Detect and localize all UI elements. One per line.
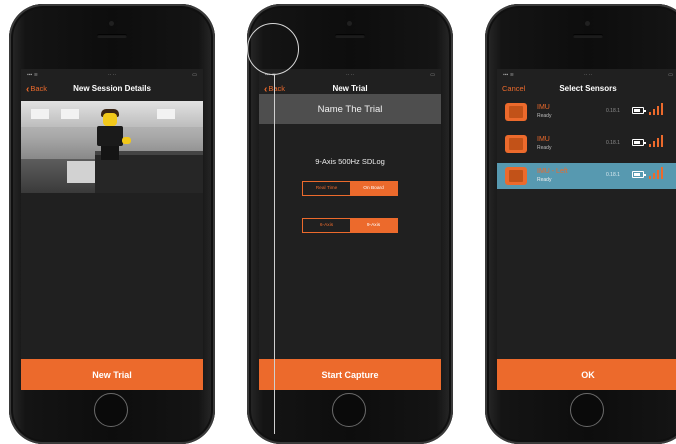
sensor-status: Ready [537, 113, 552, 119]
new-trial-button[interactable]: New Trial [21, 359, 203, 390]
nav-title: New Session Details [73, 84, 151, 93]
start-capture-button[interactable]: Start Capture [259, 359, 441, 390]
sensor-version: 0.18.1 [606, 108, 620, 114]
battery-status-icon: ▭ [430, 72, 435, 78]
sensor-icon [505, 103, 527, 121]
home-button[interactable] [570, 393, 604, 427]
axis-mode-segmented-control: 6-Axis 9-Axis [302, 218, 398, 233]
highlight-circle [247, 23, 299, 75]
screen-session-details: ▪▪▪ ≋ ·· ·· ▭ ‹Back New Session Details … [21, 69, 203, 390]
nav-title: Select Sensors [559, 84, 617, 93]
minifigure-hand [122, 137, 131, 144]
segment-real-time[interactable]: Real Time [303, 182, 350, 195]
sensor-icon [505, 167, 527, 185]
sensor-status: Ready [537, 145, 552, 151]
nav-bar: Cancel Select Sensors [497, 79, 676, 101]
battery-icon [632, 171, 646, 178]
segment-9-axis[interactable]: 9-Axis [350, 219, 397, 232]
front-camera [109, 21, 114, 26]
phone-frame-3: ▪▪▪ ≋ ·· ·· ▭ Cancel Select Sensors IMU … [485, 4, 676, 444]
front-camera [347, 21, 352, 26]
segment-on-board[interactable]: On Board [350, 182, 397, 195]
sensor-row[interactable]: IMU Ready 0.18.1 [497, 99, 676, 125]
trial-name-field[interactable]: Name The Trial [259, 94, 441, 124]
battery-icon [632, 139, 646, 146]
phone-frame-1: ▪▪▪ ≋ ·· ·· ▭ ‹Back New Session Details … [9, 4, 215, 444]
status-time: ·· ·· [345, 72, 355, 78]
signal-strength-icon [649, 135, 663, 147]
sensor-name: IMU - Left [537, 168, 568, 175]
screen-select-sensors: ▪▪▪ ≋ ·· ·· ▭ Cancel Select Sensors IMU … [497, 69, 676, 390]
ok-button[interactable]: OK [497, 359, 676, 390]
nav-bar: ‹Back New Session Details [21, 79, 203, 101]
front-camera [585, 21, 590, 26]
minifigure-body [97, 126, 123, 146]
screen-new-trial: ▪▪▪ ≋ ·· ·· ▭ ‹Back New Trial Name The T… [259, 69, 441, 390]
signal-strength-icon [649, 103, 663, 115]
capture-mode-segmented-control: Real Time On Board [302, 181, 398, 196]
sensor-icon [505, 135, 527, 153]
home-button[interactable] [94, 393, 128, 427]
earpiece-speaker [97, 34, 127, 38]
signal-strength-icon [649, 167, 663, 179]
status-time: ·· ·· [107, 72, 117, 78]
sensor-name: IMU [537, 136, 550, 143]
photo-window [31, 109, 49, 119]
highlight-guide-line [274, 74, 275, 434]
earpiece-speaker [573, 34, 603, 38]
sensor-status: Ready [537, 177, 552, 183]
session-photo [21, 101, 203, 193]
battery-status-icon: ▭ [668, 72, 673, 78]
minifigure-head [103, 113, 117, 126]
sensor-name: IMU [537, 104, 550, 111]
segment-6-axis[interactable]: 6-Axis [303, 219, 350, 232]
battery-icon [632, 107, 646, 114]
photo-window [157, 109, 175, 119]
sensor-version: 0.18.1 [606, 140, 620, 146]
status-time: ·· ·· [583, 72, 593, 78]
sensor-row[interactable]: IMU Ready 0.18.1 [497, 131, 676, 157]
battery-status-icon: ▭ [192, 72, 197, 78]
sensor-row-selected[interactable]: IMU - Left Ready 0.18.1 [497, 163, 676, 189]
sensor-version: 0.18.1 [606, 172, 620, 178]
sensor-mode-label: 9-Axis 500Hz SDLog [315, 157, 385, 166]
nav-title: New Trial [332, 84, 368, 93]
photo-window [61, 109, 79, 119]
home-button[interactable] [332, 393, 366, 427]
minifigure-legs [101, 146, 119, 160]
earpiece-speaker [335, 34, 365, 38]
